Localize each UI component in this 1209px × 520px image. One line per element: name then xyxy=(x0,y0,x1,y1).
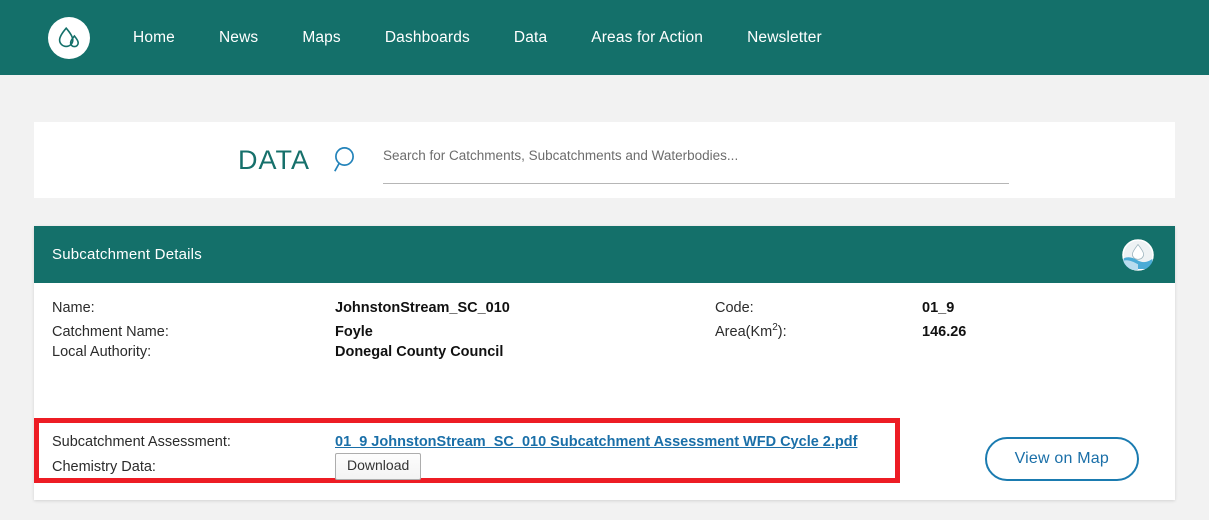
nav-item-newsletter[interactable]: Newsletter xyxy=(747,29,822,47)
field-label-area-text: Area(Km xyxy=(715,323,773,340)
details-row-chemistry-data: Chemistry Data: Download xyxy=(52,453,889,480)
field-label-catchment-name: Catchment Name: xyxy=(52,323,169,340)
details-title: Subcatchment Details xyxy=(52,246,202,263)
field-value-catchment-name: Foyle xyxy=(335,323,373,340)
highlight-annotation-box: Subcatchment Assessment: 01_9 JohnstonSt… xyxy=(34,418,900,483)
field-value-area: 146.26 xyxy=(922,323,967,340)
details-row-subcatchment-assessment: Subcatchment Assessment: 01_9 JohnstonSt… xyxy=(52,429,889,454)
field-label-subcatchment-assessment: Subcatchment Assessment: xyxy=(52,433,231,450)
details-field-grid: Name: JohnstonStream_SC_010 Code: 01_9 C… xyxy=(52,300,1152,366)
subcatchment-details-card: Subcatchment Details Name: JohnstonStrea… xyxy=(34,226,1175,500)
search-card: DATA xyxy=(34,122,1175,198)
page-title: DATA xyxy=(238,144,311,175)
nav-item-data[interactable]: Data xyxy=(514,29,547,47)
search-input[interactable] xyxy=(383,148,1009,184)
download-button[interactable]: Download xyxy=(335,453,422,480)
nav-item-areas-for-action[interactable]: Areas for Action xyxy=(591,29,703,47)
field-label-chemistry-data: Chemistry Data: xyxy=(52,458,156,475)
water-droplet-logo-icon xyxy=(58,26,80,47)
search-icon[interactable] xyxy=(333,145,359,178)
field-label-area: Area(Km2): xyxy=(715,322,922,340)
details-row-catchment-name: Catchment Name: Foyle Area(Km2): 146.26 xyxy=(52,322,1152,344)
site-logo[interactable] xyxy=(48,16,90,59)
field-label-area-suffix: ): xyxy=(777,323,787,340)
nav-item-news[interactable]: News xyxy=(219,29,258,47)
search-wrap xyxy=(333,122,1175,198)
highlighted-fields: Subcatchment Assessment: 01_9 JohnstonSt… xyxy=(52,429,889,480)
subcatchment-assessment-pdf-link[interactable]: 01_9 JohnstonStream_SC_010 Subcatchment … xyxy=(335,434,857,450)
details-row-local-authority: Local Authority: Donegal County Council xyxy=(52,344,1152,366)
details-header: Subcatchment Details xyxy=(34,226,1175,283)
water-catchment-circle-icon[interactable] xyxy=(1122,238,1154,271)
field-label-name: Name: xyxy=(52,300,95,316)
nav-items: Home News Maps Dashboards Data Areas for… xyxy=(133,29,822,47)
top-navigation-bar: Home News Maps Dashboards Data Areas for… xyxy=(0,0,1209,75)
nav-item-home[interactable]: Home xyxy=(133,29,175,47)
view-on-map-button[interactable]: View on Map xyxy=(984,437,1139,481)
details-body: Name: JohnstonStream_SC_010 Code: 01_9 C… xyxy=(34,283,1175,500)
field-value-code: 01_9 xyxy=(922,300,955,316)
nav-item-dashboards[interactable]: Dashboards xyxy=(385,29,470,47)
details-row-name: Name: JohnstonStream_SC_010 Code: 01_9 xyxy=(52,300,1152,322)
field-label-code: Code: xyxy=(715,300,754,316)
nav-item-maps[interactable]: Maps xyxy=(302,29,341,47)
field-label-local-authority: Local Authority: xyxy=(52,344,152,360)
field-value-name: JohnstonStream_SC_010 xyxy=(335,300,510,316)
field-value-local-authority: Donegal County Council xyxy=(335,344,504,360)
